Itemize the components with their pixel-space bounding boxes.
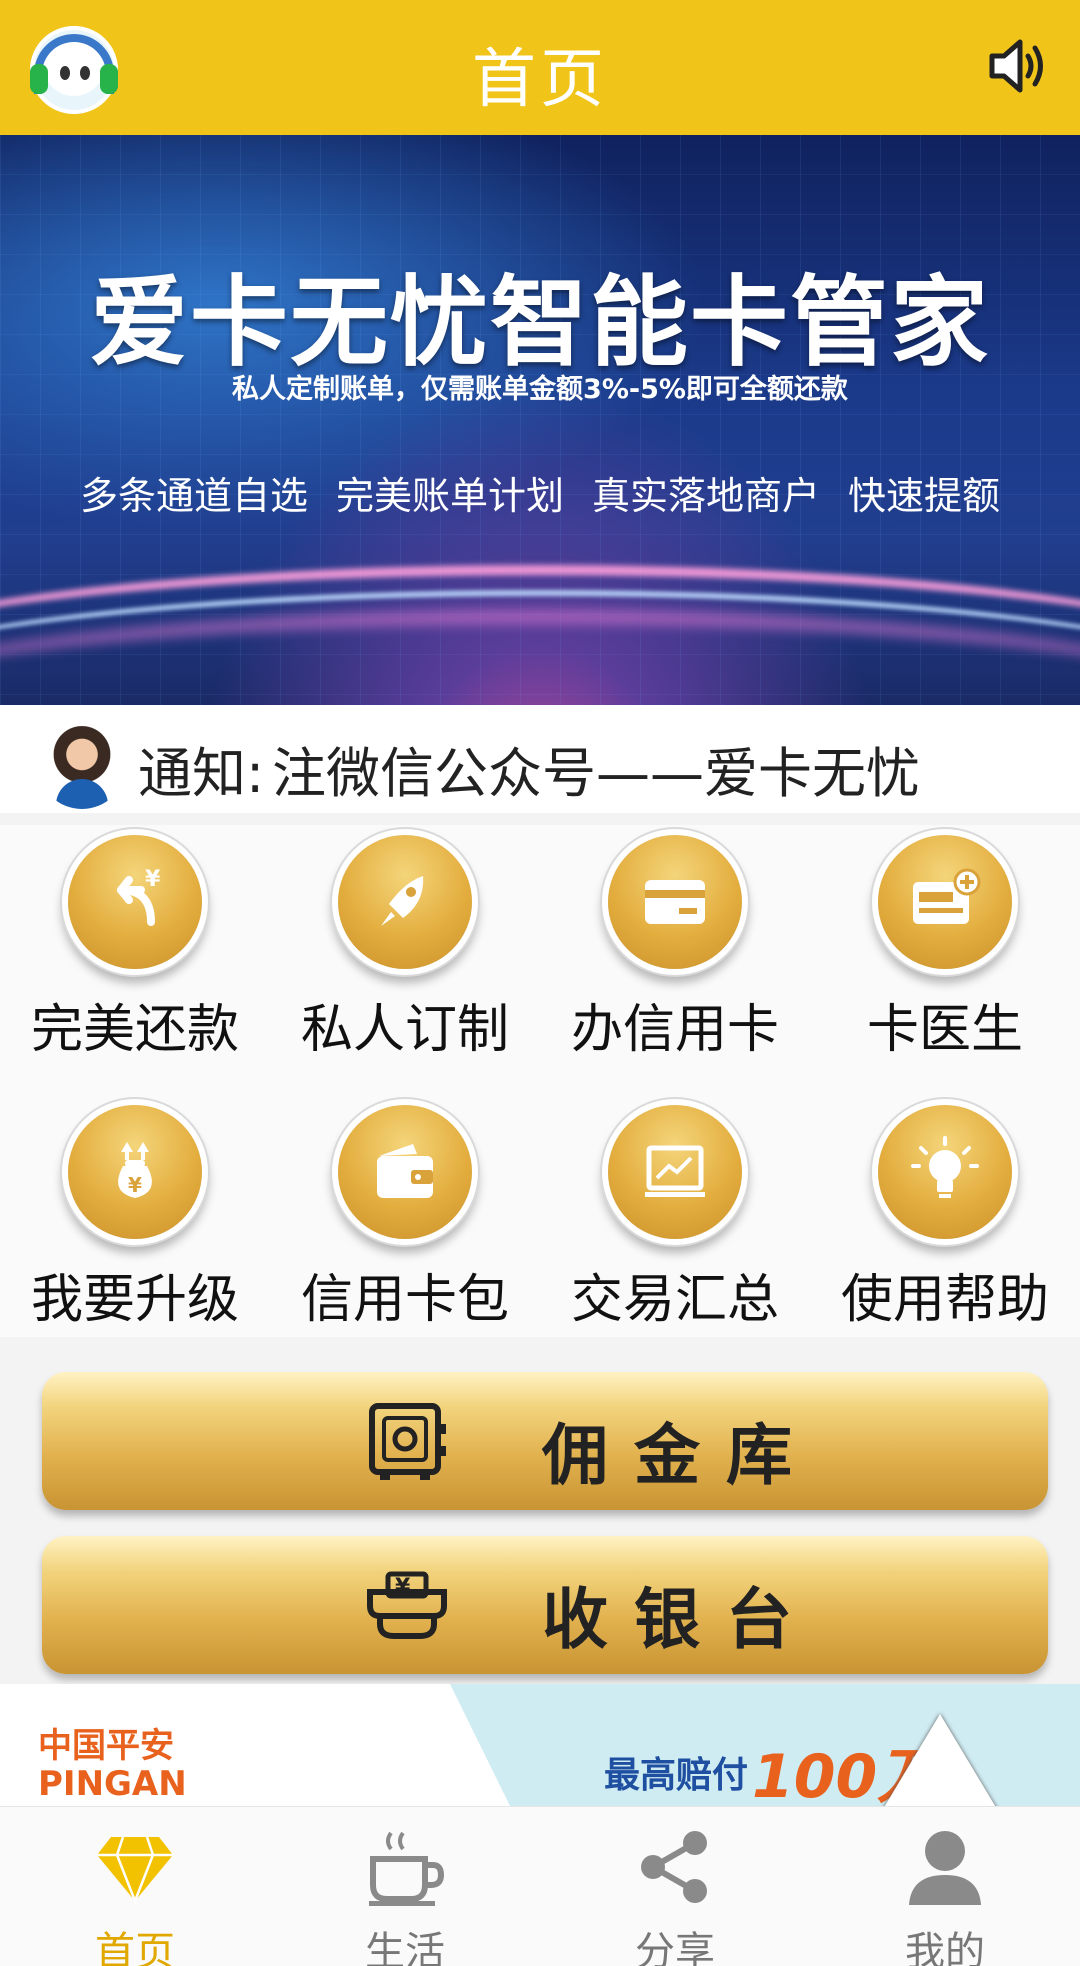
- user-icon: [903, 1825, 987, 1909]
- commission-vault-button[interactable]: 佣金库: [42, 1372, 1048, 1510]
- top-app-bar: 首页: [0, 0, 1080, 135]
- ad-brand-english: PINGAN: [38, 1764, 187, 1804]
- speaker-icon[interactable]: [986, 34, 1050, 98]
- grid-item-upgrade[interactable]: ¥ 我要升级: [0, 1095, 270, 1345]
- page-title: 首页: [472, 43, 608, 117]
- grid-item-label: 信用卡包: [300, 1270, 509, 1330]
- banner-feature: 多条通道自选: [80, 474, 309, 518]
- share-icon: [633, 1825, 717, 1909]
- notice-bar[interactable]: 通知: 注微信公众号——爱卡无忧: [0, 705, 1080, 813]
- promo-banner[interactable]: 爱卡无忧智能卡管家 私人定制账单，仅需账单金额3%-5%即可全额还款 多条通道自…: [0, 135, 1080, 705]
- nav-label: 我的: [905, 1929, 985, 1966]
- ad-slogan: 最高赔付: [604, 1755, 749, 1796]
- banner-subtitle: 私人定制账单，仅需账单金额3%-5%即可全额还款: [232, 374, 848, 405]
- lightbulb-icon: [878, 1105, 1012, 1239]
- cashier-button[interactable]: ¥ 收银台: [42, 1536, 1048, 1674]
- card-evaluation-icon: [878, 835, 1012, 969]
- banner-feature: 真实落地商户: [591, 474, 820, 518]
- nav-label: 首页: [95, 1929, 175, 1966]
- grid-item-card-wallet[interactable]: 信用卡包: [270, 1095, 540, 1345]
- commission-vault-label: 佣金库: [542, 1417, 818, 1494]
- grid-item-repay[interactable]: ¥ 完美还款: [0, 825, 270, 1075]
- banner-title: 爱卡无忧智能卡管家: [89, 266, 990, 380]
- banner-features: 多条通道自选 完美账单计划 真实落地商户 快速提额: [80, 465, 1000, 520]
- notice-label: 通知:: [138, 742, 265, 805]
- cashier-icon: ¥: [364, 1562, 450, 1648]
- coffee-cup-icon: [363, 1825, 447, 1909]
- upgrade-money-bag-icon: ¥: [68, 1105, 202, 1239]
- wallet-icon: [338, 1105, 472, 1239]
- ad-decoration: [880, 1714, 1000, 1806]
- diamond-icon: [93, 1825, 177, 1909]
- repay-icon: ¥: [68, 835, 202, 969]
- nav-item-home[interactable]: 首页: [0, 1807, 270, 1966]
- chart-icon: [608, 1105, 742, 1239]
- nav-item-mine[interactable]: 我的: [810, 1807, 1080, 1966]
- bottom-navigation: 首页 生活 分享 我的: [0, 1806, 1080, 1966]
- nav-label: 生活: [365, 1929, 445, 1966]
- cashier-label: 收银台: [542, 1581, 818, 1658]
- svg-text:¥: ¥: [395, 1575, 411, 1600]
- grid-item-card-doctor[interactable]: 卡医生: [810, 825, 1080, 1075]
- nav-label: 分享: [635, 1929, 715, 1966]
- grid-item-label: 我要升级: [30, 1270, 239, 1330]
- grid-item-label: 使用帮助: [840, 1270, 1049, 1330]
- grid-item-label: 卡医生: [866, 1000, 1023, 1060]
- svg-text:¥: ¥: [145, 867, 161, 892]
- grid-item-help[interactable]: 使用帮助: [810, 1095, 1080, 1345]
- grid-item-label: 交易汇总: [570, 1270, 779, 1330]
- svg-text:¥: ¥: [128, 1173, 142, 1197]
- assistant-avatar: [38, 721, 126, 809]
- banner-feature: 快速提额: [847, 474, 1000, 518]
- safe-icon: [364, 1398, 450, 1484]
- nav-item-life[interactable]: 生活: [270, 1807, 540, 1966]
- grid-item-label: 办信用卡: [570, 1000, 779, 1060]
- insurance-ad-banner[interactable]: 中国平安 PINGAN 最高赔付 100万: [0, 1684, 1080, 1806]
- notice-text: 注微信公众号——爱卡无忧: [272, 742, 920, 805]
- grid-item-custom[interactable]: 私人订制: [270, 825, 540, 1075]
- rocket-icon: [338, 835, 472, 969]
- grid-item-label: 私人订制: [300, 1000, 509, 1060]
- grid-item-label: 完美还款: [30, 1000, 239, 1060]
- ad-brand-chinese: 中国平安: [38, 1726, 174, 1766]
- grid-item-transactions[interactable]: 交易汇总: [540, 1095, 810, 1345]
- function-grid: ¥ 完美还款 私人订制 办信用卡 卡医生 ¥ 我要升级 信用卡包 交易汇总 使用…: [0, 825, 1080, 1337]
- credit-card-icon: [608, 835, 742, 969]
- nav-item-share[interactable]: 分享: [540, 1807, 810, 1966]
- banner-feature: 完美账单计划: [335, 474, 564, 518]
- grid-item-apply-card[interactable]: 办信用卡: [540, 825, 810, 1075]
